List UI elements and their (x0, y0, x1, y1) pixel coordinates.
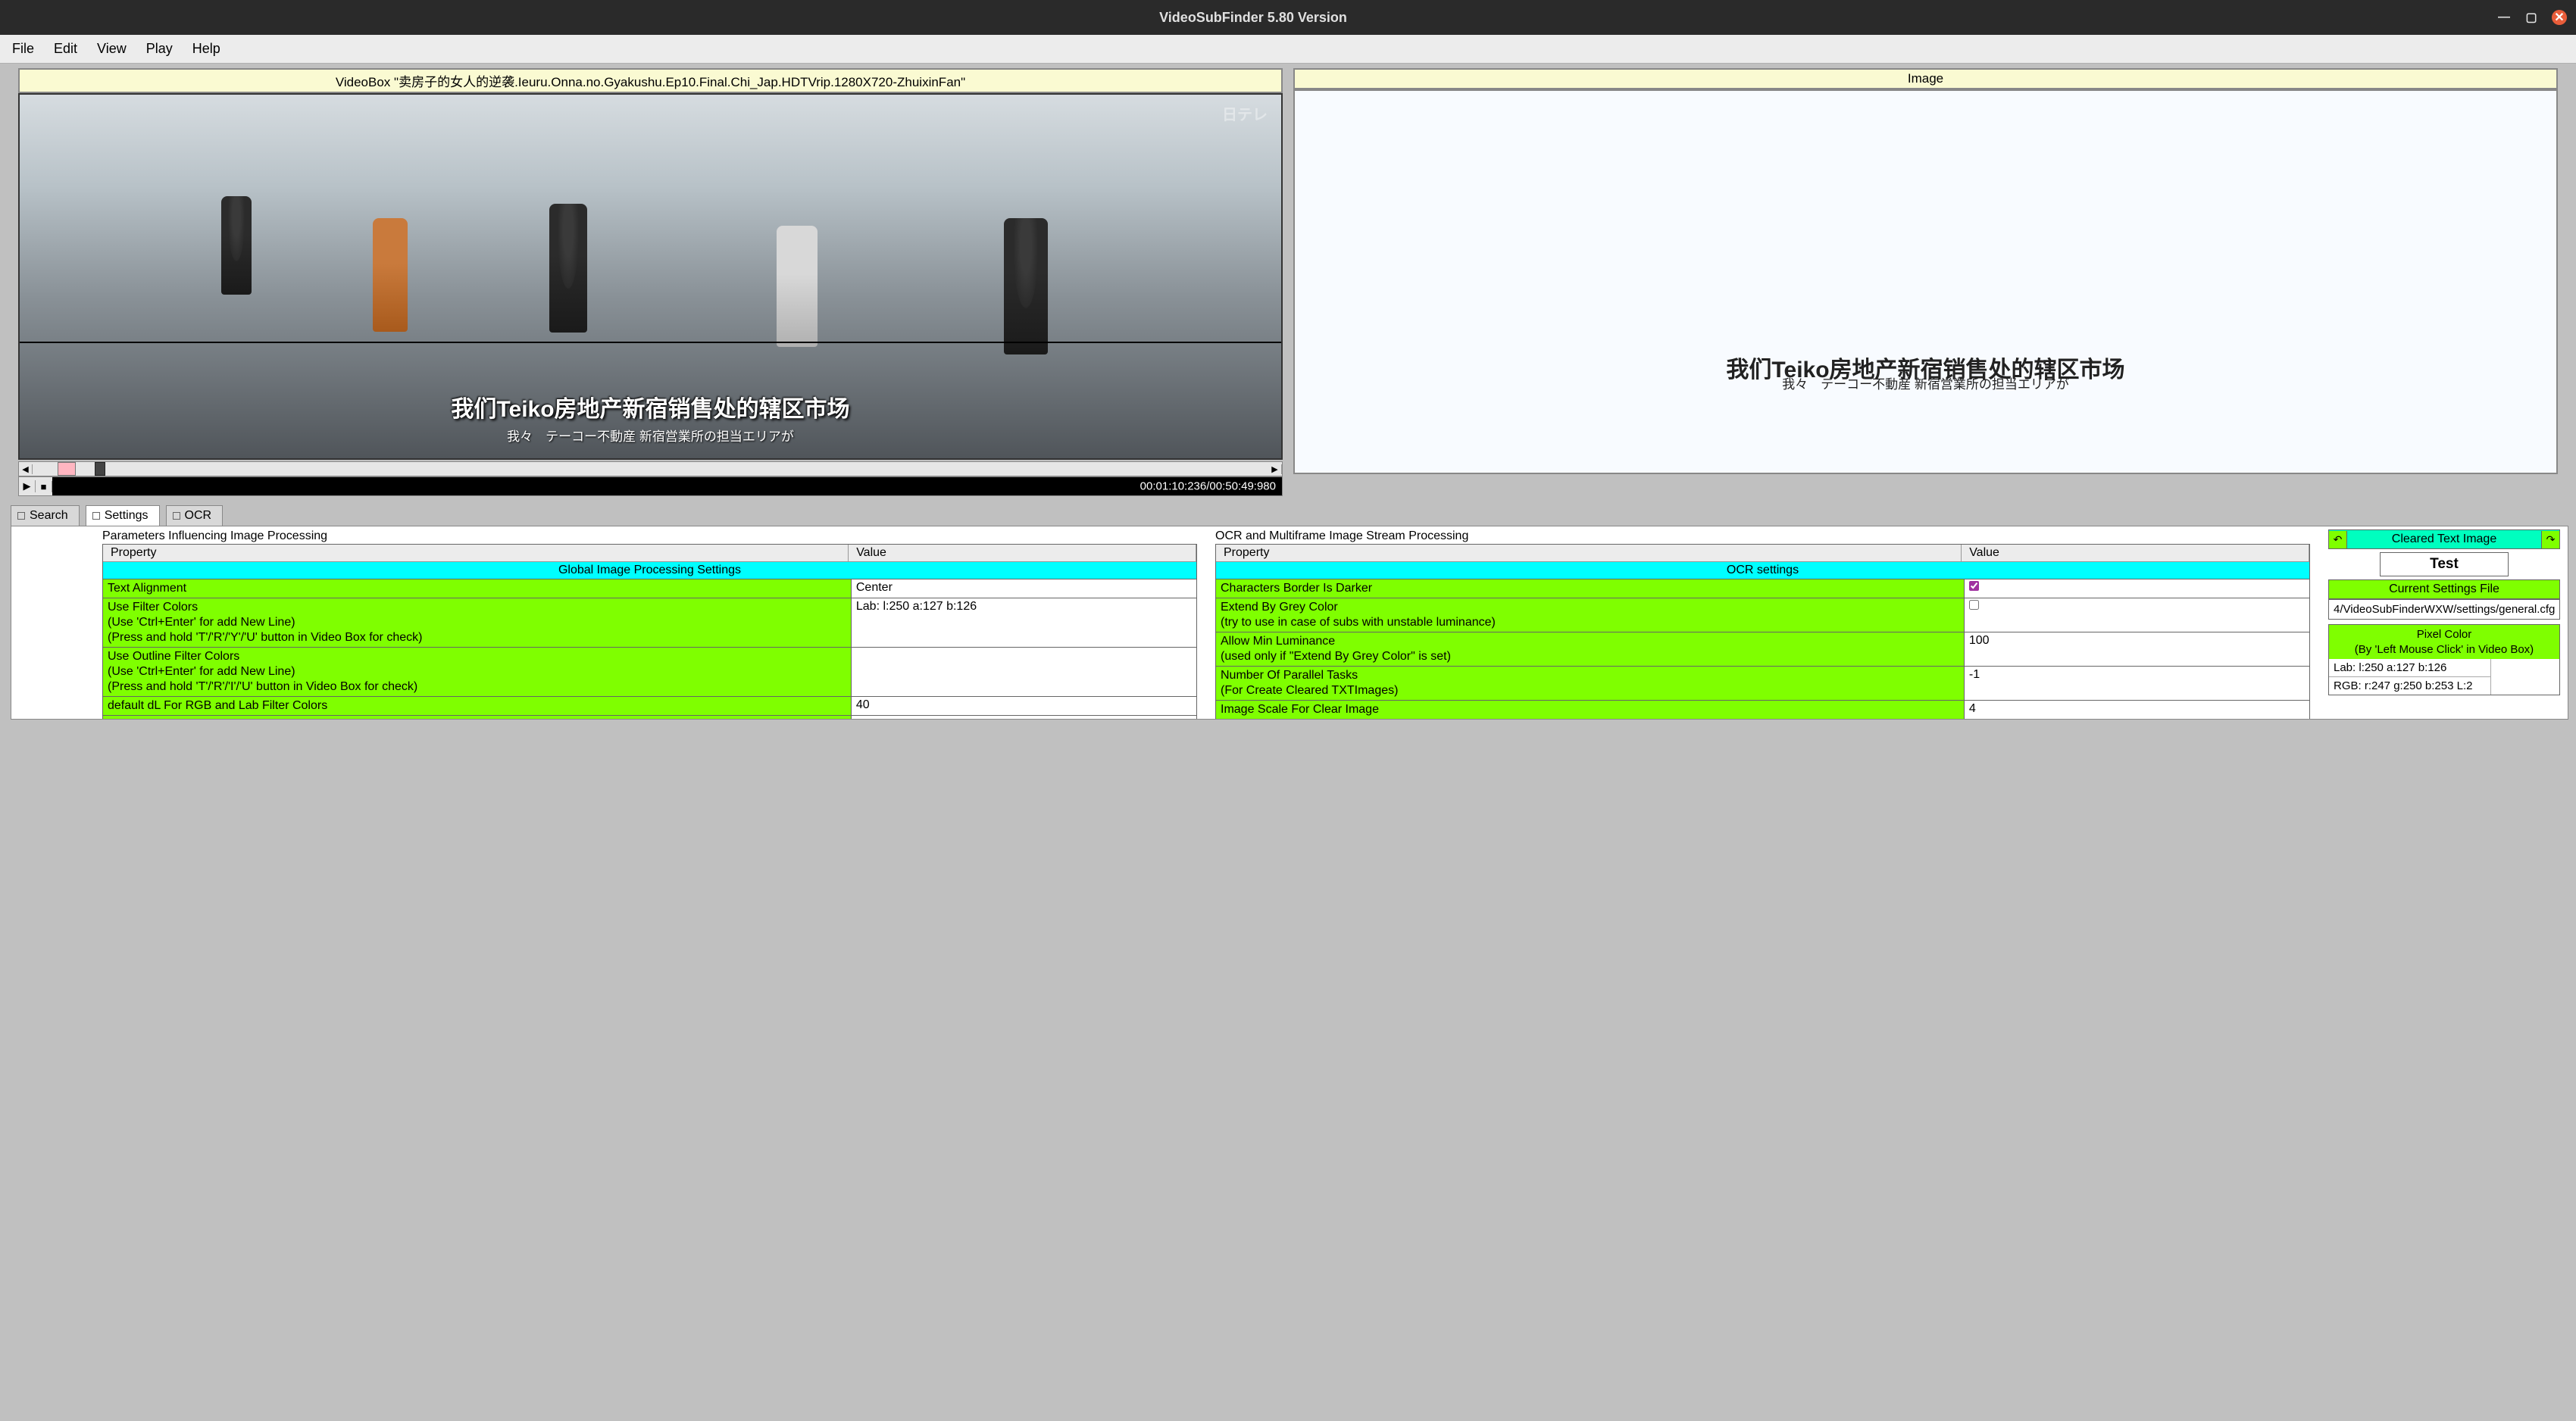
seek-bar[interactable]: ◀ ▶ (18, 461, 1283, 476)
value-cell[interactable]: -1 (1965, 667, 2309, 700)
table-row: Number Of Parallel Tasks(For Create Clea… (1216, 667, 2309, 701)
test-button[interactable]: Test (2380, 552, 2509, 576)
table-row: Use Outline Filter Colors(Use 'Ctrl+Ente… (103, 648, 1196, 697)
value-cell[interactable] (1965, 579, 2309, 598)
table-row: Characters Border Is Darker (1216, 579, 2309, 598)
table-row: default dA For Lab Filter Colors30 (103, 716, 1196, 720)
close-icon[interactable]: ✕ (2552, 10, 2567, 25)
menubar: File Edit View Play Help (0, 35, 2576, 64)
seek-left-icon[interactable]: ◀ (19, 464, 33, 474)
table-row: Text AlignmentCenter (103, 579, 1196, 598)
broadcaster-watermark: 日テレ (1222, 102, 1268, 124)
image-subtitle-secondary: 我々 テーコー不動産 新宿営業所の担当エリアが (1295, 373, 2556, 392)
next-arrow-icon[interactable]: ↷ (2541, 531, 2559, 548)
right-grid: Property Value OCR settings Characters B… (1215, 544, 2310, 720)
value-cell[interactable]: 40 (852, 697, 1196, 715)
col-header-property: Property (103, 545, 849, 562)
right-grid-title: OCR and Multiframe Image Stream Processi… (1215, 529, 2310, 544)
tab-icon (173, 512, 180, 520)
prev-arrow-icon[interactable]: ↶ (2329, 531, 2347, 548)
seek-right-icon[interactable]: ▶ (1268, 464, 1282, 474)
grid-section: Global Image Processing Settings (103, 562, 1196, 579)
tab-ocr[interactable]: OCR (166, 505, 224, 526)
value-cell[interactable]: 100 (1965, 632, 2309, 666)
imagebox-title: Image (1293, 68, 2558, 89)
table-row: Extend By Grey Color(try to use in case … (1216, 598, 2309, 632)
cleared-text-image-header: ↶ Cleared Text Image ↷ (2328, 529, 2560, 549)
property-cell: Use Outline Filter Colors(Use 'Ctrl+Ente… (103, 648, 852, 696)
value-cell[interactable]: 30 (852, 716, 1196, 720)
left-grid-title: Parameters Influencing Image Processing (102, 529, 1197, 544)
value-cell[interactable]: Center (852, 579, 1196, 598)
video-frame[interactable]: 日テレ 我们Teiko房地产新宿销售处的辖区市场 我々 テーコー不動産 新宿営業… (18, 93, 1283, 460)
stop-icon[interactable]: ■ (36, 481, 52, 492)
table-row: Image Scale For Clear Image4 (1216, 701, 2309, 720)
tab-icon (92, 512, 100, 520)
table-row: Use Filter Colors(Use 'Ctrl+Enter' for a… (103, 598, 1196, 648)
property-cell: default dL For RGB and Lab Filter Colors (103, 697, 852, 715)
play-icon[interactable]: ▶ (19, 480, 36, 492)
menu-file[interactable]: File (12, 41, 34, 57)
tab-icon (17, 512, 25, 520)
videobox-title: VideoBox "卖房子的女人的逆袭.Ieuru.Onna.no.Gyakus… (18, 68, 1283, 93)
video-subtitle-main: 我们Teiko房地产新宿销售处的辖区市场 (20, 390, 1281, 423)
tab-settings[interactable]: Settings (86, 505, 160, 526)
image-frame[interactable]: 我们Teiko房地产新宿销售处的辖区市场 我々 テーコー不動産 新宿営業所の担当… (1293, 89, 2558, 474)
menu-help[interactable]: Help (192, 41, 220, 57)
property-cell: Characters Border Is Darker (1216, 579, 1965, 598)
property-cell: Text Alignment (103, 579, 852, 598)
tabs: Search Settings OCR (11, 505, 2568, 526)
value-cell[interactable] (1965, 598, 2309, 632)
col-header-value: Value (1962, 545, 2309, 562)
window-title: VideoSubFinder 5.80 Version (9, 10, 2497, 26)
left-grid: Property Value Global Image Processing S… (102, 544, 1197, 720)
tab-search[interactable]: Search (11, 505, 80, 526)
current-settings-file-label: Current Settings File (2328, 579, 2560, 599)
property-cell: Extend By Grey Color(try to use in case … (1216, 598, 1965, 632)
property-cell: Image Scale For Clear Image (1216, 701, 1965, 719)
value-checkbox[interactable] (1969, 600, 1979, 610)
table-row: Allow Min Luminance(used only if "Extend… (1216, 632, 2309, 667)
value-cell[interactable]: 4 (1965, 701, 2309, 719)
menu-play[interactable]: Play (146, 41, 173, 57)
settings-file-path-input[interactable] (2328, 599, 2560, 620)
col-header-value: Value (849, 545, 1196, 562)
pixel-lab-value: Lab: l:250 a:127 b:126 (2329, 659, 2490, 677)
col-header-property: Property (1216, 545, 1962, 562)
table-row: default dL For RGB and Lab Filter Colors… (103, 697, 1196, 716)
property-cell: Use Filter Colors(Use 'Ctrl+Enter' for a… (103, 598, 852, 647)
value-checkbox[interactable] (1969, 581, 1979, 591)
minimize-icon[interactable]: — (2497, 11, 2511, 24)
time-display: 00:01:10:236/00:50:49:980 (1140, 480, 1276, 493)
grid-section: OCR settings (1216, 562, 2309, 579)
menu-view[interactable]: View (97, 41, 127, 57)
value-cell[interactable] (852, 648, 1196, 696)
maximize-icon[interactable]: ▢ (2524, 11, 2538, 24)
titlebar: VideoSubFinder 5.80 Version — ▢ ✕ (0, 0, 2576, 35)
timeline-track[interactable]: 00:01:10:236/00:50:49:980 (52, 477, 1282, 495)
pixel-color-swatch (2491, 659, 2559, 695)
property-cell: default dA For Lab Filter Colors (103, 716, 852, 720)
value-cell[interactable]: Lab: l:250 a:127 b:126 (852, 598, 1196, 647)
property-cell: Allow Min Luminance(used only if "Extend… (1216, 632, 1965, 666)
pixel-color-header: Pixel Color (By 'Left Mouse Click' in Vi… (2329, 625, 2559, 659)
video-subtitle-secondary: 我々 テーコー不動産 新宿営業所の担当エリアが (20, 426, 1281, 445)
property-cell: Number Of Parallel Tasks(For Create Clea… (1216, 667, 1965, 700)
menu-edit[interactable]: Edit (54, 41, 77, 57)
pixel-rgb-value: RGB: r:247 g:250 b:253 L:2 (2329, 677, 2490, 695)
